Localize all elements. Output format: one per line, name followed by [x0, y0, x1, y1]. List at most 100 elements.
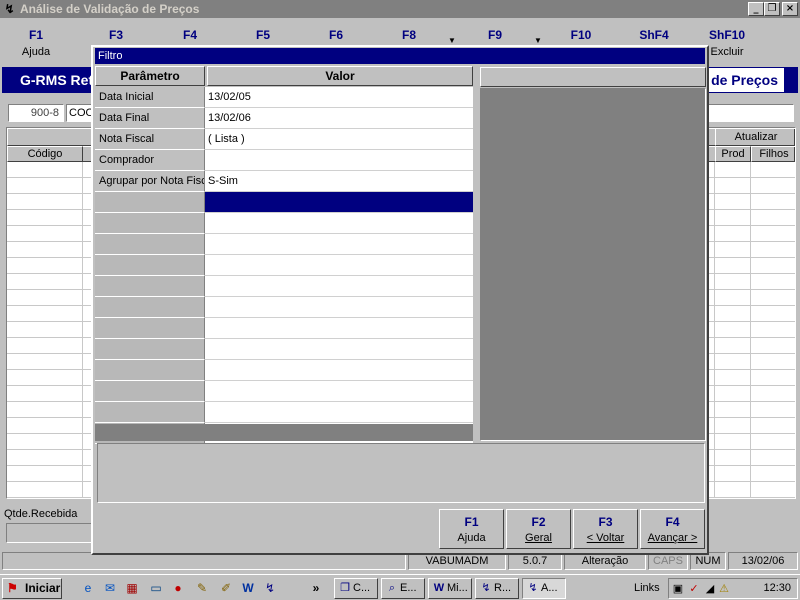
- explorer-icon: ❐: [340, 582, 350, 594]
- param-value-selected[interactable]: [205, 192, 473, 213]
- parameter-grid: Parâmetro Valor Data Inicial 13/02/05 Da…: [95, 66, 475, 444]
- param-name: [95, 381, 205, 402]
- param-row-selected[interactable]: [95, 192, 475, 213]
- column-header-prod[interactable]: Prod: [715, 146, 751, 162]
- param-row[interactable]: [95, 255, 475, 276]
- start-button[interactable]: ⚑ Iniciar: [2, 578, 62, 599]
- param-row[interactable]: [95, 234, 475, 255]
- param-name: [95, 402, 205, 423]
- task-button[interactable]: ⌕ E...: [381, 578, 425, 599]
- help-button[interactable]: F1 Ajuda: [439, 509, 504, 549]
- system-tray: ▣ ✓ ◢ ⚠ 12:30: [668, 578, 798, 599]
- task-button[interactable]: W Mi...: [428, 578, 472, 599]
- restore-button[interactable]: ❐: [764, 2, 780, 16]
- column-header-codigo[interactable]: Código: [7, 146, 83, 162]
- param-name: [95, 192, 205, 213]
- word-icon[interactable]: W: [240, 580, 256, 596]
- f1-button[interactable]: F1 Ajuda: [6, 26, 66, 60]
- general-button[interactable]: F2 Geral: [506, 509, 571, 549]
- app-icon[interactable]: ▦: [124, 580, 140, 596]
- column-header-parametro[interactable]: Parâmetro: [95, 66, 205, 86]
- param-value[interactable]: [205, 402, 473, 423]
- param-value[interactable]: [205, 213, 473, 234]
- internet-explorer-icon[interactable]: e: [80, 580, 96, 596]
- dropdown-arrow-icon[interactable]: ▼: [534, 36, 542, 45]
- filter-dialog: Filtro Parâmetro Valor Data Inicial 13/0…: [91, 45, 709, 555]
- param-name: [95, 318, 205, 339]
- param-value[interactable]: [205, 234, 473, 255]
- param-name: Nota Fiscal: [95, 129, 205, 150]
- task-button-active[interactable]: ↯ A...: [522, 578, 566, 599]
- dropdown-arrow-icon[interactable]: ▼: [448, 36, 456, 45]
- volume-icon[interactable]: ◢: [703, 582, 717, 596]
- close-button[interactable]: ×: [782, 2, 798, 16]
- network-icon[interactable]: ▣: [671, 582, 685, 596]
- taskbar: ⚑ Iniciar e ✉ ▦ ▭ ● ✎ ✐ W ↯ » ❐ C... ⌕ E..…: [0, 574, 800, 600]
- search-icon: ⌕: [388, 582, 396, 594]
- app-icon: ↯: [481, 582, 491, 594]
- outlook-icon[interactable]: ✉: [102, 580, 118, 596]
- param-value[interactable]: [205, 318, 473, 339]
- task-button[interactable]: ↯ R...: [475, 578, 519, 599]
- task-button[interactable]: ❐ C...: [334, 578, 378, 599]
- minimize-button[interactable]: _: [748, 2, 764, 16]
- param-value[interactable]: [205, 360, 473, 381]
- param-value[interactable]: S-Sim: [205, 171, 473, 192]
- warning-icon[interactable]: ⚠: [717, 582, 731, 596]
- param-name: [95, 339, 205, 360]
- media-icon[interactable]: ●: [170, 580, 186, 596]
- param-row[interactable]: [95, 213, 475, 234]
- notepad-icon[interactable]: ✐: [218, 580, 234, 596]
- clock[interactable]: 12:30: [763, 579, 791, 598]
- param-value[interactable]: 13/02/06: [205, 108, 473, 129]
- app-icon: ↯: [528, 582, 538, 594]
- links-toolbar[interactable]: Links: [634, 580, 660, 596]
- param-value[interactable]: [205, 150, 473, 171]
- app-icon[interactable]: ↯: [262, 580, 278, 596]
- column-header-filhos[interactable]: Filhos: [751, 146, 795, 162]
- param-row[interactable]: [95, 276, 475, 297]
- param-value[interactable]: [205, 297, 473, 318]
- edit-icon[interactable]: ✎: [194, 580, 210, 596]
- param-row[interactable]: Comprador: [95, 150, 475, 171]
- param-value[interactable]: [205, 339, 473, 360]
- param-name: Agrupar por Nota Fisc: [95, 171, 205, 192]
- param-value[interactable]: [205, 381, 473, 402]
- param-row[interactable]: Agrupar por Nota Fisc S-Sim: [95, 171, 475, 192]
- param-row[interactable]: Data Inicial 13/02/05: [95, 87, 475, 108]
- security-icon[interactable]: ✓: [687, 582, 701, 596]
- param-row[interactable]: [95, 381, 475, 402]
- windows-flag-icon: ⚑: [7, 581, 18, 595]
- param-value[interactable]: ( Lista ): [205, 129, 473, 150]
- grid-bottom-bar: [95, 424, 473, 441]
- back-button[interactable]: F3 < Voltar: [573, 509, 638, 549]
- param-row[interactable]: Data Final 13/02/06: [95, 108, 475, 129]
- param-name: Data Final: [95, 108, 205, 129]
- param-row[interactable]: [95, 402, 475, 423]
- param-row[interactable]: [95, 297, 475, 318]
- qtde-recebida-label: Qtde.Recebida: [4, 508, 78, 520]
- store-code-field[interactable]: 900-8: [8, 104, 64, 122]
- info-panel: [97, 443, 705, 503]
- right-input-field[interactable]: [704, 104, 794, 122]
- param-row[interactable]: [95, 360, 475, 381]
- overflow-chevron-icon[interactable]: »: [310, 580, 322, 596]
- param-name: [95, 360, 205, 381]
- param-value[interactable]: [205, 255, 473, 276]
- param-value[interactable]: 13/02/05: [205, 87, 473, 108]
- param-value[interactable]: [205, 276, 473, 297]
- app-icon: ↯: [4, 2, 15, 16]
- param-row[interactable]: Nota Fiscal ( Lista ): [95, 129, 475, 150]
- next-button[interactable]: F4 Avançar >: [640, 509, 705, 549]
- param-name: [95, 276, 205, 297]
- start-label: Iniciar: [25, 581, 61, 595]
- window-title: Análise de Validação de Preços: [20, 2, 200, 16]
- param-name: [95, 234, 205, 255]
- dialog-title: Filtro: [95, 48, 705, 64]
- column-header-valor[interactable]: Valor: [207, 66, 473, 86]
- param-row[interactable]: [95, 339, 475, 360]
- param-row[interactable]: [95, 318, 475, 339]
- param-name: Comprador: [95, 150, 205, 171]
- qtde-recebida-field[interactable]: [6, 523, 94, 543]
- desktop-icon[interactable]: ▭: [148, 580, 164, 596]
